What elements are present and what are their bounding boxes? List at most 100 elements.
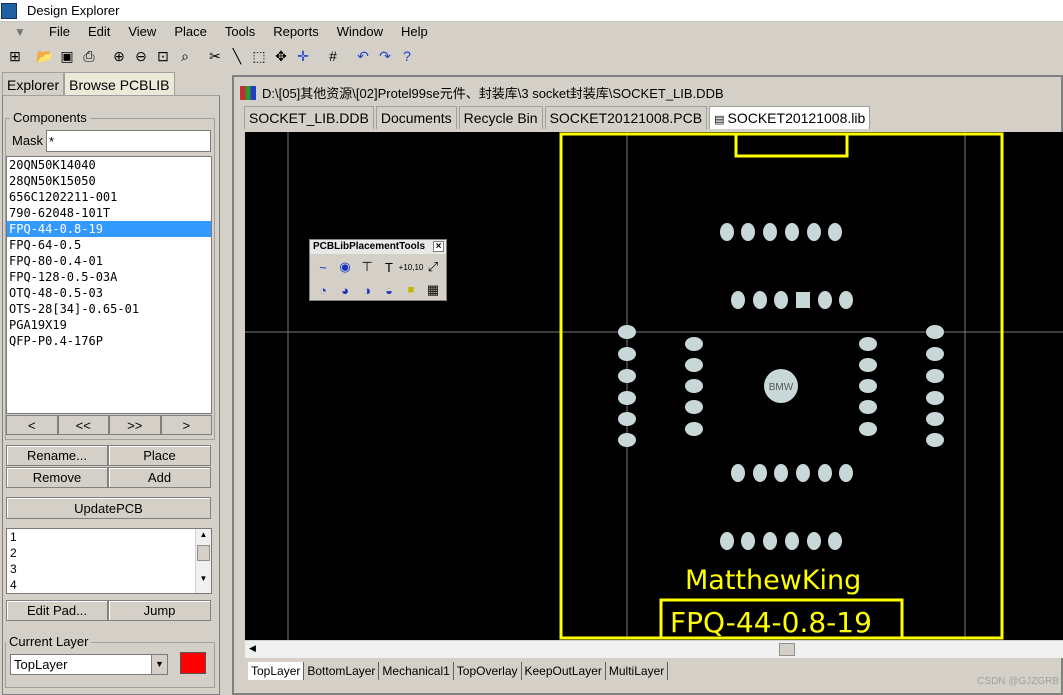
rename-button[interactable]: Rename... xyxy=(6,445,108,466)
pad xyxy=(796,464,810,482)
pcb-canvas[interactable]: BMW MatthewKing FPQ-44-0.8-19 xyxy=(245,132,1063,640)
explorer-icon[interactable]: ⊞ xyxy=(4,45,26,67)
place-track-icon[interactable]: ~ xyxy=(312,257,334,277)
pad-item[interactable]: 2 xyxy=(7,545,211,561)
open-icon[interactable]: 📂 xyxy=(34,45,56,67)
menu-help[interactable]: Help xyxy=(392,22,437,42)
print-icon[interactable]: ⎙ xyxy=(78,45,100,67)
next-button[interactable]: > xyxy=(160,415,212,435)
placement-tools-palette[interactable]: PCBLibPlacementTools × ~ ◉ ⊤ T +10,10 ⤢ … xyxy=(309,239,447,301)
help-icon[interactable]: ? xyxy=(396,45,418,67)
zoom-in-icon[interactable]: ⊕ xyxy=(108,45,130,67)
menu-place[interactable]: Place xyxy=(165,22,216,42)
pcb-drawing[interactable]: BMW MatthewKing FPQ-44-0.8-19 xyxy=(245,132,1063,640)
pad-list[interactable]: 1 2 3 4 ▲ ▼ xyxy=(6,528,212,594)
pad-item[interactable]: 1 xyxy=(7,529,211,545)
tab-socket-lib[interactable]: ▤ SOCKET20121008.lib xyxy=(709,106,871,129)
arc-edge-icon[interactable]: ◔ xyxy=(312,280,334,300)
remove-button[interactable]: Remove xyxy=(6,467,108,488)
list-item[interactable]: FPQ-80-0.4-01 xyxy=(7,253,211,269)
tab-browse-pcblib[interactable]: Browse PCBLIB xyxy=(64,72,175,96)
canvas-horizontal-scrollbar[interactable]: ◀ xyxy=(245,640,1063,658)
scroll-left-icon[interactable]: ◀ xyxy=(249,643,256,654)
menu-tools[interactable]: Tools xyxy=(216,22,264,42)
tab-recycle-bin[interactable]: Recycle Bin xyxy=(458,106,543,129)
zoom-fit-icon[interactable]: ⊡ xyxy=(152,45,174,67)
scroll-thumb[interactable] xyxy=(779,643,795,656)
layer-tab-mechanical1[interactable]: Mechanical1 xyxy=(379,662,454,680)
close-icon[interactable]: × xyxy=(433,241,444,252)
place-button[interactable]: Place xyxy=(108,445,211,466)
select-icon[interactable]: ⬚ xyxy=(248,45,270,67)
layer-tab-toplayer[interactable]: TopLayer xyxy=(248,662,305,680)
zoom-area-icon[interactable]: ⌕ xyxy=(174,45,196,67)
list-item[interactable]: FPQ-128-0.5-03A xyxy=(7,269,211,285)
pad-item[interactable]: 3 xyxy=(7,561,211,577)
pad-item[interactable]: 4 xyxy=(7,577,211,593)
tab-documents[interactable]: Documents xyxy=(375,106,457,129)
menu-drop-icon[interactable]: ▼ xyxy=(0,22,40,42)
place-string-icon[interactable]: T xyxy=(378,257,400,277)
menu-file[interactable]: File xyxy=(40,22,79,42)
tab-explorer[interactable]: Explorer xyxy=(2,72,65,96)
list-item[interactable]: QFP-P0.4-176P xyxy=(7,333,211,349)
cut-icon[interactable]: ✂ xyxy=(204,45,226,67)
move-icon[interactable]: ✥ xyxy=(270,45,292,67)
menu-reports[interactable]: Reports xyxy=(264,22,328,42)
arc-center-icon[interactable]: ◕ xyxy=(334,280,356,300)
place-pad-icon[interactable]: ◉ xyxy=(334,257,356,277)
list-item[interactable]: 20QN50K14040 xyxy=(7,157,211,173)
palette-title-bar[interactable]: PCBLibPlacementTools × xyxy=(310,240,446,254)
list-item[interactable]: FPQ-64-0.5 xyxy=(7,237,211,253)
list-item[interactable]: PGA19X19 xyxy=(7,317,211,333)
place-dimension-icon[interactable]: ⤢ xyxy=(422,257,444,277)
add-button[interactable]: Add xyxy=(108,467,211,488)
list-item[interactable]: OTQ-48-0.5-03 xyxy=(7,285,211,301)
scroll-up-icon[interactable]: ▲ xyxy=(196,529,211,541)
layer-select[interactable]: TopLayer ▼ xyxy=(10,654,168,675)
list-item[interactable]: 790-62048-101T xyxy=(7,205,211,221)
palette-title: PCBLibPlacementTools xyxy=(313,241,426,252)
component-list[interactable]: 20QN50K14040 28QN50K15050 656C1202211-00… xyxy=(6,156,212,414)
scroll-down-icon[interactable]: ▼ xyxy=(196,573,211,585)
menu-edit[interactable]: Edit xyxy=(79,22,119,42)
update-pcb-button[interactable]: UpdatePCB xyxy=(6,497,211,519)
last-button[interactable]: >> xyxy=(109,415,161,435)
save-icon[interactable]: ▣ xyxy=(56,45,78,67)
pad xyxy=(763,532,777,550)
chevron-down-icon[interactable]: ▼ xyxy=(151,655,167,674)
list-item[interactable]: 28QN50K15050 xyxy=(7,173,211,189)
edit-pad-button[interactable]: Edit Pad... xyxy=(6,600,108,621)
first-button[interactable]: << xyxy=(57,415,109,435)
place-coordinate-icon[interactable]: +10,10 xyxy=(399,257,424,277)
layer-tab-keepoutlayer[interactable]: KeepOutLayer xyxy=(521,662,606,680)
menu-window[interactable]: Window xyxy=(328,22,392,42)
tab-socket-lib-ddb[interactable]: SOCKET_LIB.DDB xyxy=(244,106,374,129)
zoom-out-icon[interactable]: ⊖ xyxy=(130,45,152,67)
mask-input[interactable] xyxy=(46,130,211,152)
arc-any-angle-icon[interactable]: ◑ xyxy=(356,280,378,300)
prev-button[interactable]: < xyxy=(6,415,58,435)
layer-tabs: TopLayer BottomLayer Mechanical1 TopOver… xyxy=(248,662,669,680)
place-via-icon[interactable]: ⊤ xyxy=(356,257,378,277)
list-item-selected[interactable]: FPQ-44-0.8-19 xyxy=(7,221,211,237)
layer-tab-multilayer[interactable]: MultiLayer xyxy=(605,662,669,680)
grid-icon[interactable]: # xyxy=(322,45,344,67)
undo-icon[interactable]: ↶ xyxy=(352,45,374,67)
list-item[interactable]: OTS-28[34]-0.65-01 xyxy=(7,301,211,317)
jump-button[interactable]: Jump xyxy=(108,600,211,621)
layer-tab-topoverlay[interactable]: TopOverlay xyxy=(453,662,522,680)
pad-list-scrollbar[interactable]: ▲ ▼ xyxy=(195,529,211,593)
array-paste-icon[interactable]: ▦ xyxy=(422,280,444,300)
layer-tab-bottomlayer[interactable]: BottomLayer xyxy=(304,662,380,680)
draw-line-icon[interactable]: ╲ xyxy=(226,45,248,67)
crosshair-icon[interactable]: ✛ xyxy=(292,45,314,67)
full-circle-icon[interactable]: ◒ xyxy=(378,280,400,300)
place-fill-icon[interactable]: ■ xyxy=(400,280,422,300)
tab-socket-pcb[interactable]: SOCKET20121008.PCB xyxy=(544,106,708,129)
menu-view[interactable]: View xyxy=(119,22,165,42)
layer-color-swatch[interactable] xyxy=(180,652,206,674)
scroll-thumb[interactable] xyxy=(197,545,210,561)
redo-icon[interactable]: ↷ xyxy=(374,45,396,67)
list-item[interactable]: 656C1202211-001 xyxy=(7,189,211,205)
